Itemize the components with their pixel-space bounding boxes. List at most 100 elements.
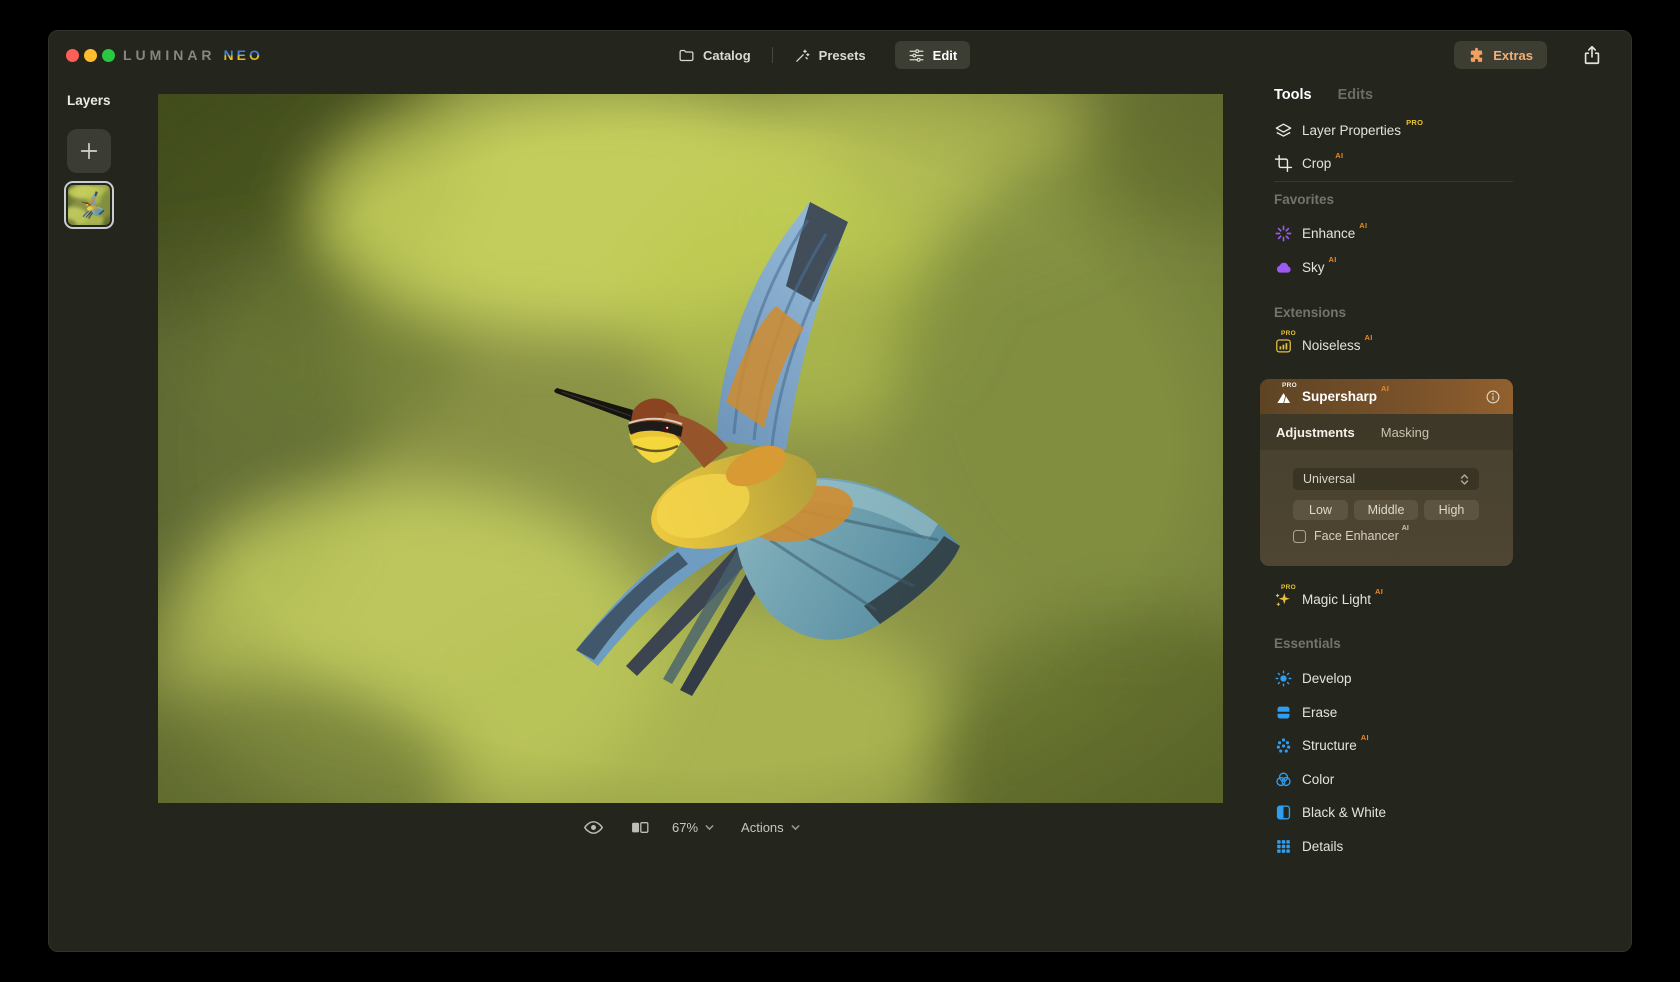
strength-low-button[interactable]: Low: [1293, 500, 1348, 520]
cloud-icon: [1274, 258, 1293, 277]
tab-presets-label: Presets: [819, 48, 866, 63]
supersharp-header[interactable]: PRO SupersharpAI: [1260, 379, 1513, 414]
layer-properties-label: Layer PropertiesPRO: [1302, 123, 1423, 138]
face-enhancer-row: Face EnhancerAI: [1293, 529, 1409, 543]
viewer-toolbar: 67% Actions: [583, 815, 801, 839]
tab-adjustments[interactable]: Adjustments: [1276, 425, 1355, 440]
ai-badge: AI: [1335, 151, 1343, 160]
desktop-background: LUMINAR NEO Catalog Presets: [0, 0, 1680, 982]
sidebar-item-black-white[interactable]: Black & White: [1274, 800, 1386, 824]
ai-badge: AI: [1402, 525, 1409, 532]
color-circles-icon: [1274, 770, 1293, 789]
titlebar: LUMINAR NEO Catalog Presets: [49, 31, 1631, 79]
face-enhancer-checkbox[interactable]: [1293, 530, 1306, 543]
compare-icon[interactable]: [629, 817, 650, 838]
section-extensions: Extensions: [1274, 300, 1346, 324]
chevron-down-icon: [790, 822, 801, 833]
strength-high-button[interactable]: High: [1424, 500, 1479, 520]
tab-edit[interactable]: Edit: [895, 41, 971, 69]
develop-sun-icon: [1274, 669, 1293, 688]
plus-icon: [78, 140, 100, 162]
tab-catalog-label: Catalog: [703, 48, 751, 63]
app-logo: LUMINAR NEO: [123, 31, 263, 79]
face-enhancer-label: Face EnhancerAI: [1314, 529, 1409, 543]
layers-icon: [1274, 121, 1293, 140]
section-essentials: Essentials: [1274, 631, 1341, 655]
black-white-label: Black & White: [1302, 805, 1386, 820]
sidebar-item-erase[interactable]: Erase: [1274, 700, 1337, 724]
sidebar-item-noiseless[interactable]: PRO NoiselessAI: [1274, 333, 1373, 357]
photo-canvas[interactable]: [158, 94, 1223, 803]
actions-label: Actions: [741, 820, 784, 835]
details-label: Details: [1302, 839, 1343, 854]
sidebar-item-crop[interactable]: CropAI: [1274, 151, 1343, 175]
topbar-right: Extras: [1454, 41, 1547, 69]
details-grid-icon: [1274, 837, 1293, 856]
close-button[interactable]: [66, 49, 79, 62]
tab-presets[interactable]: Presets: [781, 41, 879, 69]
layer-thumbnail-selected[interactable]: [64, 181, 114, 229]
structure-label: StructureAI: [1302, 738, 1369, 753]
preview-eye-icon[interactable]: [583, 817, 604, 838]
eraser-icon: [1274, 703, 1293, 722]
folder-icon: [678, 47, 695, 64]
tab-edit-label: Edit: [933, 48, 958, 63]
sidebar-item-details[interactable]: Details: [1274, 834, 1343, 858]
fullscreen-button[interactable]: [102, 49, 115, 62]
enhance-sparkle-icon: [1274, 224, 1293, 243]
pro-badge: PRO: [1282, 382, 1297, 389]
minimize-button[interactable]: [84, 49, 97, 62]
black-white-icon: [1274, 803, 1293, 822]
pro-badge: PRO: [1406, 118, 1423, 127]
tab-tools[interactable]: Tools: [1274, 87, 1312, 103]
sliders-icon: [908, 47, 925, 64]
extensions-header: Extensions: [1274, 305, 1346, 320]
extras-button[interactable]: Extras: [1454, 41, 1547, 69]
noiseless-label: NoiselessAI: [1302, 338, 1373, 353]
magic-wand-icon: [794, 47, 811, 64]
supersharp-panel: PRO SupersharpAI Adjustments Masking Uni…: [1260, 379, 1513, 566]
top-navigation: Catalog Presets Edit: [665, 41, 970, 69]
actions-menu[interactable]: Actions: [741, 820, 801, 835]
sidebar-tabs: Tools Edits: [1274, 83, 1373, 107]
sidebar-item-layer-properties[interactable]: Layer PropertiesPRO: [1274, 118, 1423, 142]
sidebar-item-develop[interactable]: Develop: [1274, 666, 1352, 690]
enhance-label: EnhanceAI: [1302, 226, 1367, 241]
layers-panel-title: Layers: [67, 93, 111, 108]
erase-label: Erase: [1302, 705, 1337, 720]
magic-light-icon: PRO: [1274, 590, 1293, 609]
ai-badge: AI: [1381, 384, 1389, 393]
photo-bird-image: [158, 94, 1223, 803]
sidebar-item-enhance[interactable]: EnhanceAI: [1274, 221, 1367, 245]
crop-label: CropAI: [1302, 156, 1343, 171]
sidebar-item-structure[interactable]: StructureAI: [1274, 733, 1369, 757]
add-layer-button[interactable]: [67, 129, 111, 173]
ai-badge: AI: [1359, 221, 1367, 230]
sharpen-mode-select[interactable]: Universal: [1293, 468, 1479, 490]
sidebar-item-color[interactable]: Color: [1274, 767, 1334, 791]
pro-badge: PRO: [1281, 330, 1296, 337]
sidebar-divider: [1274, 181, 1513, 182]
tab-masking[interactable]: Masking: [1381, 425, 1429, 440]
sidebar-item-sky[interactable]: SkyAI: [1274, 255, 1337, 279]
sky-label: SkyAI: [1302, 260, 1337, 275]
sidebar-item-magic-light[interactable]: PRO Magic LightAI: [1274, 587, 1383, 611]
strength-middle-button[interactable]: Middle: [1354, 500, 1418, 520]
develop-label: Develop: [1302, 671, 1352, 686]
essentials-header: Essentials: [1274, 636, 1341, 651]
structure-dots-icon: [1274, 736, 1293, 755]
color-label: Color: [1302, 772, 1334, 787]
extras-label: Extras: [1493, 48, 1533, 63]
ai-badge: AI: [1361, 733, 1369, 742]
share-icon[interactable]: [1581, 44, 1603, 66]
tab-catalog[interactable]: Catalog: [665, 41, 764, 69]
logo-text-luminar: LUMINAR: [123, 47, 216, 63]
nav-divider: [772, 47, 773, 63]
supersharp-title: SupersharpAI: [1302, 389, 1389, 404]
zoom-level-value: 67%: [672, 820, 698, 835]
tab-edits[interactable]: Edits: [1338, 87, 1373, 103]
info-icon[interactable]: [1485, 389, 1501, 405]
zoom-level-control[interactable]: 67%: [672, 820, 715, 835]
puzzle-icon: [1468, 47, 1485, 64]
chevron-down-icon: [704, 822, 715, 833]
